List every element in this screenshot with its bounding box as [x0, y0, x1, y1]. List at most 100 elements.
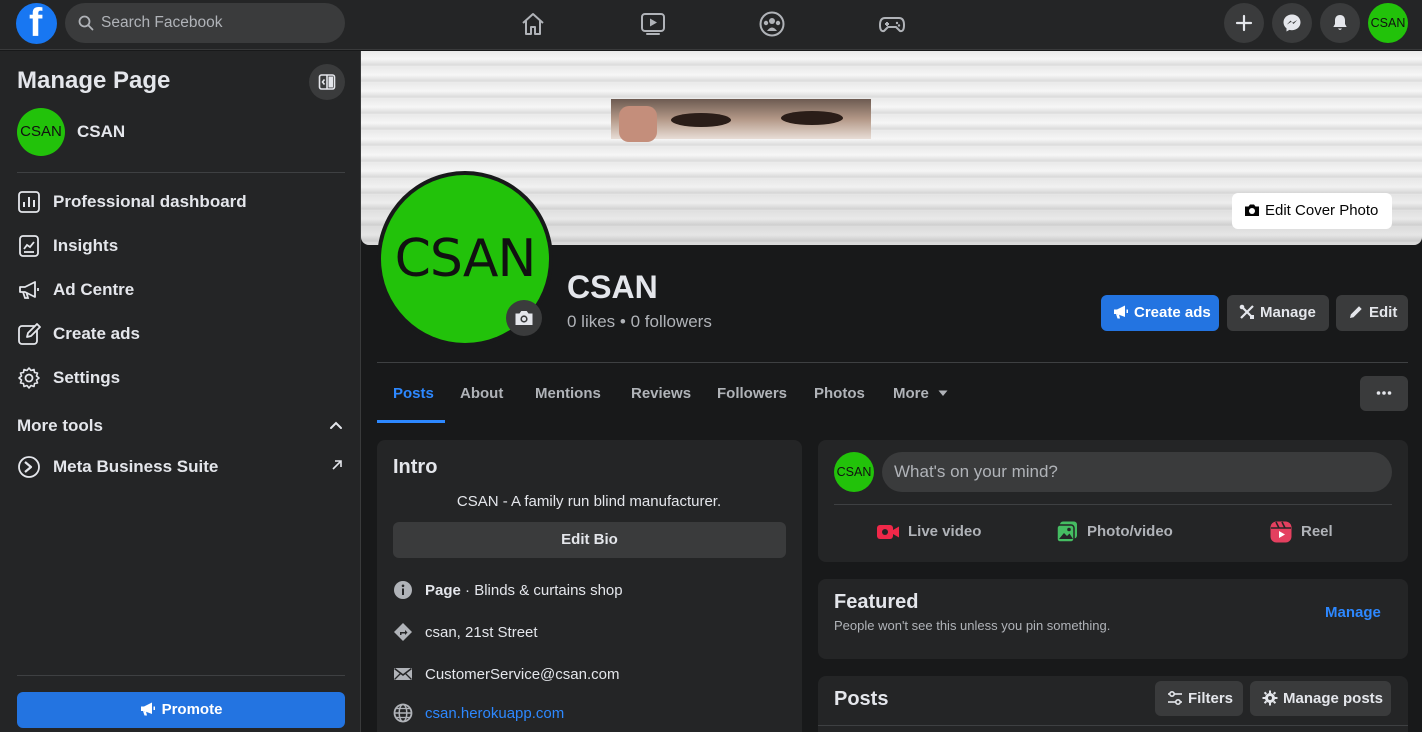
- groups-icon[interactable]: [757, 9, 787, 39]
- meta-business-suite-icon: [18, 456, 40, 478]
- create-button[interactable]: [1224, 3, 1264, 43]
- intro-address: csan, 21st Street: [425, 624, 538, 641]
- search-icon: [78, 15, 94, 31]
- more-options-button[interactable]: [1360, 376, 1408, 411]
- live-video-label: Live video: [908, 523, 982, 540]
- megaphone-icon: [140, 702, 155, 716]
- globe-icon: [393, 703, 413, 723]
- sidebar-page-switcher[interactable]: CSAN CSAN: [17, 108, 345, 156]
- photo-video-label: Photo/video: [1087, 523, 1173, 540]
- sidebar-item-settings[interactable]: Settings: [17, 358, 345, 398]
- caret-down-icon: [938, 390, 948, 396]
- composer-avatar[interactable]: CSAN: [834, 452, 874, 492]
- messenger-button[interactable]: [1272, 3, 1312, 43]
- intro-bio: CSAN - A family run blind manufacturer.: [456, 493, 722, 510]
- posts-title: Posts: [834, 688, 889, 710]
- header-divider: [377, 362, 1408, 363]
- edit-cover-photo-button[interactable]: Edit Cover Photo: [1232, 193, 1392, 229]
- plus-icon: [1235, 14, 1253, 32]
- tab-mentions[interactable]: Mentions: [535, 385, 601, 402]
- featured-card: Featured People won't see this unless yo…: [818, 579, 1408, 659]
- tab-more-label: More: [893, 385, 929, 402]
- featured-manage-link[interactable]: Manage: [1325, 604, 1381, 621]
- active-tab-indicator: [377, 420, 445, 423]
- search-input[interactable]: [101, 3, 331, 43]
- tab-posts[interactable]: Posts: [393, 385, 434, 402]
- sidebar-item-insights[interactable]: Insights: [17, 226, 345, 266]
- more-dots-icon: [1376, 391, 1392, 395]
- photo-video-button[interactable]: Photo/video: [1055, 520, 1195, 544]
- tools-icon: [1239, 304, 1254, 319]
- info-icon: [394, 581, 412, 599]
- sidebar-item-label: Professional dashboard: [53, 192, 247, 211]
- manage-page-sidebar: Manage Page CSAN CSAN Professional dashb…: [0, 51, 361, 732]
- filters-icon: [1168, 690, 1182, 706]
- dashboard-icon: [18, 191, 40, 213]
- page-stats[interactable]: 0 likes • 0 followers: [567, 312, 712, 332]
- sidebar-item-label: Insights: [53, 236, 119, 255]
- intro-email-row: CustomerService@csan.com: [393, 664, 785, 686]
- intro-website-link[interactable]: csan.herokuapp.com: [425, 705, 564, 722]
- chevron-up-icon: [330, 421, 342, 429]
- tab-followers[interactable]: Followers: [717, 385, 787, 402]
- sidebar-item-label: Settings: [53, 368, 121, 387]
- page-avatar: CSAN: [17, 108, 65, 156]
- tab-more[interactable]: More: [893, 385, 948, 402]
- reel-button[interactable]: Reel: [1269, 520, 1369, 544]
- posts-divider: [818, 725, 1408, 726]
- posts-card: Posts Filters Manage posts: [818, 676, 1408, 732]
- external-link-icon: [332, 460, 342, 470]
- edit-bio-button[interactable]: Edit Bio: [393, 522, 786, 558]
- edit-label: Edit: [1369, 304, 1398, 321]
- sidebar-title: Manage Page: [17, 67, 171, 94]
- promote-button[interactable]: Promote: [17, 692, 345, 728]
- sidebar-item-ad-centre[interactable]: Ad Centre: [17, 270, 345, 310]
- search-box[interactable]: [65, 3, 345, 43]
- page-main: Edit Cover Photo CSAN CSAN 0 likes • 0 f…: [361, 51, 1422, 732]
- camera-icon: [1245, 204, 1259, 216]
- edit-page-button[interactable]: Edit: [1336, 295, 1408, 331]
- sidebar-item-create-ads[interactable]: Create ads: [17, 314, 345, 354]
- account-avatar[interactable]: CSAN: [1368, 3, 1408, 43]
- manage-label: Manage: [1260, 304, 1316, 321]
- facebook-logo[interactable]: f: [16, 1, 57, 45]
- edit-icon: [18, 323, 41, 345]
- create-ads-button[interactable]: Create ads: [1101, 295, 1219, 331]
- home-icon[interactable]: [518, 9, 548, 39]
- insights-icon: [19, 235, 39, 257]
- sidebar-divider: [17, 675, 345, 676]
- collapse-sidebar-button[interactable]: [309, 64, 345, 100]
- composer-divider: [834, 504, 1392, 505]
- camera-icon: [515, 311, 533, 325]
- sidebar-item-label: Ad Centre: [53, 280, 135, 299]
- gear-icon: [18, 367, 40, 389]
- megaphone-icon: [19, 281, 39, 299]
- live-video-button[interactable]: Live video: [876, 520, 1016, 544]
- intro-email[interactable]: CustomerService@csan.com: [425, 666, 619, 683]
- filters-button[interactable]: Filters: [1155, 681, 1243, 716]
- composer-input[interactable]: What's on your mind?: [882, 452, 1392, 492]
- tab-photos[interactable]: Photos: [814, 385, 865, 402]
- manage-button[interactable]: Manage: [1227, 295, 1329, 331]
- gear-icon: [1262, 690, 1278, 706]
- sidebar-item-professional-dashboard[interactable]: Professional dashboard: [17, 182, 345, 222]
- edit-cover-label: Edit Cover Photo: [1265, 202, 1379, 219]
- facebook-logo-glyph: f: [29, 1, 43, 45]
- filters-label: Filters: [1188, 690, 1234, 707]
- page-title: CSAN: [567, 269, 658, 305]
- update-profile-picture-button[interactable]: [506, 300, 542, 336]
- manage-posts-button[interactable]: Manage posts: [1250, 681, 1391, 716]
- more-tools-label: More tools: [17, 416, 103, 435]
- gaming-icon[interactable]: [877, 9, 907, 39]
- messenger-icon: [1283, 14, 1301, 32]
- sidebar-item-meta-business-suite[interactable]: Meta Business Suite: [17, 447, 345, 487]
- watch-icon[interactable]: [638, 9, 668, 39]
- live-video-icon: [877, 525, 899, 539]
- manage-posts-label: Manage posts: [1283, 690, 1384, 707]
- tab-reviews[interactable]: Reviews: [631, 385, 691, 402]
- more-tools-section[interactable]: More tools: [17, 416, 345, 438]
- tab-about[interactable]: About: [460, 385, 503, 402]
- notifications-button[interactable]: [1320, 3, 1360, 43]
- sidebar-item-label: Create ads: [53, 324, 140, 343]
- sidebar-page-name: CSAN: [77, 122, 126, 141]
